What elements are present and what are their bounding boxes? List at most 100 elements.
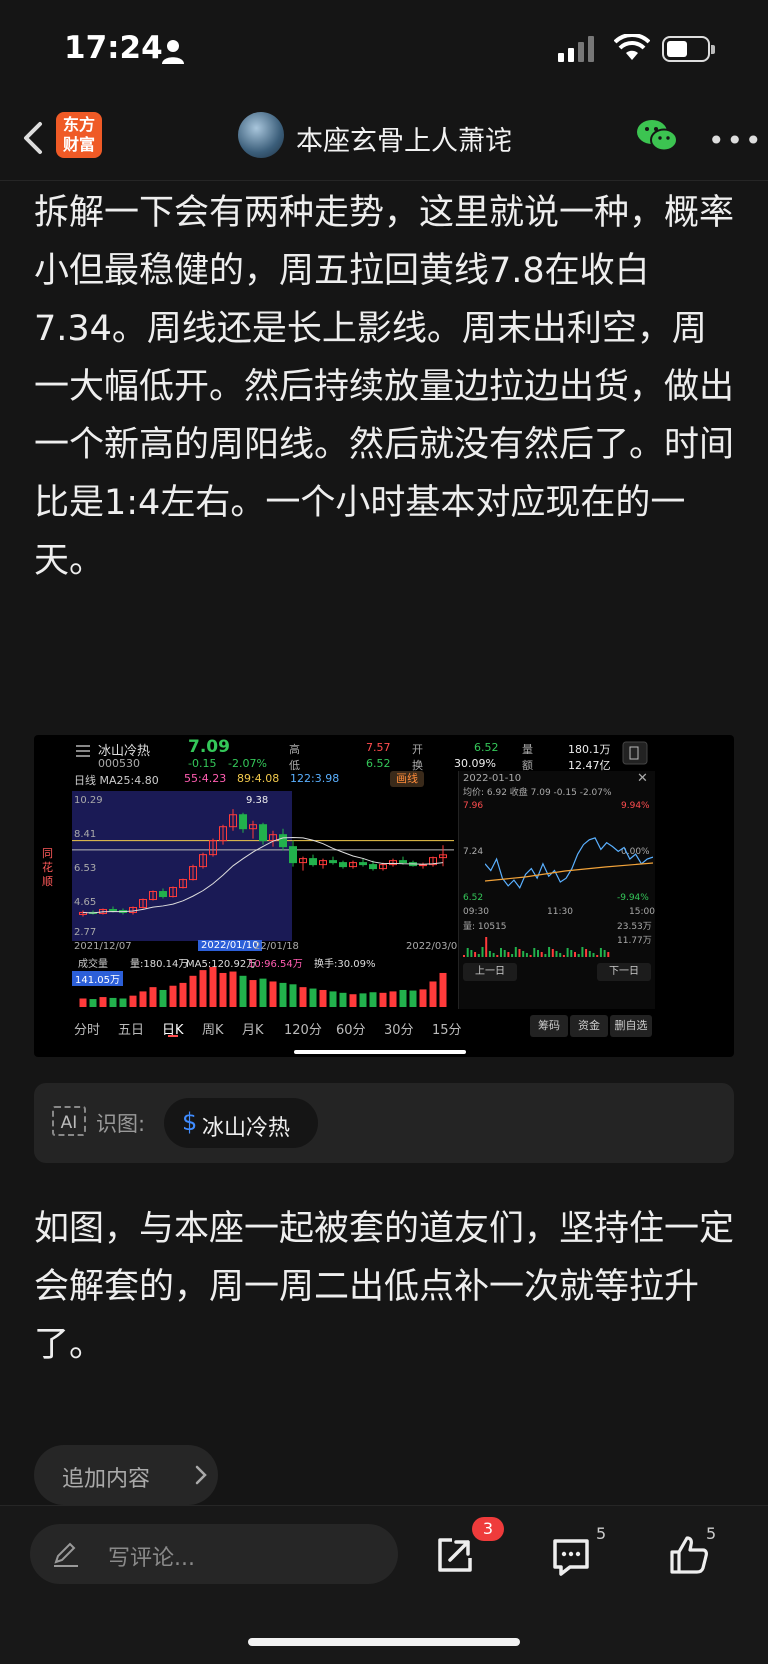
app-logo[interactable]: 东方 财富	[56, 112, 102, 158]
remove-watchlist-button[interactable]: 删自选	[610, 1015, 652, 1037]
wifi-icon	[614, 34, 650, 60]
comment-icon[interactable]	[550, 1536, 592, 1578]
volume-indicator-label[interactable]: 成交量	[78, 955, 108, 970]
tab-60min[interactable]: 60分	[336, 1019, 366, 1038]
intraday-volume-bar	[474, 952, 477, 957]
volume-bar	[269, 981, 277, 1007]
vol-max: 141.05万	[72, 971, 123, 986]
mini-v1: 23.53万	[617, 922, 652, 932]
y-tick: 10.29	[74, 795, 103, 806]
battery-icon	[662, 36, 715, 62]
volume-bar	[129, 995, 137, 1007]
volume-bar	[349, 994, 357, 1007]
tab-fenshi[interactable]: 分时	[74, 1019, 100, 1038]
intraday-avg-line	[485, 862, 653, 882]
volume-bar	[329, 991, 337, 1007]
tab-wuri[interactable]: 五日	[118, 1019, 144, 1038]
add-content-button[interactable]: 追加内容	[34, 1445, 218, 1505]
volume-bar	[369, 992, 377, 1007]
volume-bar	[389, 991, 397, 1007]
next-day-button[interactable]: 下一日	[597, 963, 651, 981]
comment-input[interactable]: 写评论...	[30, 1524, 398, 1584]
candle-body	[329, 860, 337, 864]
intraday-volume-bar	[470, 950, 473, 957]
prev-day-button[interactable]: 上一日	[463, 963, 517, 981]
volume-bar	[189, 975, 197, 1007]
tab-120min[interactable]: 120分	[284, 1019, 322, 1038]
stock-change-pct: -2.07%	[228, 757, 267, 770]
stock-code: 000530	[98, 757, 140, 770]
tab-monthly-k[interactable]: 月K	[242, 1019, 264, 1038]
thumbs-up-icon[interactable]	[668, 1534, 710, 1576]
candle-body	[339, 862, 347, 868]
tab-30min[interactable]: 30分	[384, 1019, 414, 1038]
stock-chart-image[interactable]: 冰山冷热 000530 7.09 -0.15 -2.07% 高 7.57 低 6…	[34, 735, 734, 1057]
fullscreen-icon[interactable]	[622, 741, 648, 765]
close-icon[interactable]: ✕	[637, 771, 648, 786]
candle-body	[279, 834, 287, 848]
back-arrow-icon[interactable]	[18, 118, 48, 158]
intraday-chart	[485, 837, 653, 889]
image-recognition-bar: AI 识图: $ 冰山冷热	[34, 1083, 734, 1163]
mini-mid: 7.24	[463, 847, 484, 857]
intraday-volume-bar	[540, 952, 543, 957]
comment-placeholder: 写评论...	[108, 1546, 195, 1571]
intraday-volume-bar	[481, 947, 484, 957]
volume-bar	[279, 982, 287, 1007]
side-brand: 同花顺	[42, 847, 53, 888]
intraday-panel: 2022-01-10 ✕ 均价: 6.92 收盘 7.09 -0.15 -2.0…	[458, 771, 655, 1009]
volume-bar	[239, 975, 247, 1007]
volume-bar	[79, 998, 87, 1007]
share-badge: 3	[472, 1517, 504, 1541]
kline-chart[interactable]	[72, 791, 454, 941]
candle-body	[159, 891, 167, 898]
mini-vol: 量: 10515	[463, 922, 507, 932]
intraday-price-line	[485, 837, 653, 889]
logo-line2: 财富	[62, 135, 95, 154]
funds-button[interactable]: 资金	[570, 1015, 608, 1037]
intraday-volume-bar	[522, 951, 525, 957]
intraday-volume-bar	[492, 953, 495, 957]
intraday-volume-bar	[585, 949, 588, 957]
volume-label: 量	[522, 743, 533, 756]
more-options-icon[interactable]: •••	[708, 124, 764, 157]
vol-ma5: MA5:120.92万	[186, 959, 257, 970]
intraday-volume-bar	[599, 948, 602, 957]
intraday-volume-bar	[503, 950, 506, 957]
tab-15min[interactable]: 15分	[432, 1019, 462, 1038]
intraday-volume-bar	[500, 948, 502, 957]
avatar[interactable]	[238, 112, 284, 158]
author-name[interactable]: 本座玄骨上人萧诧	[296, 119, 512, 158]
stock-tag-chip[interactable]: $ 冰山冷热	[164, 1098, 318, 1148]
intraday-volume-bar	[570, 950, 573, 957]
logo-line1: 东方	[62, 115, 95, 134]
draw-line-button[interactable]: 画线	[390, 771, 424, 787]
low-value: 6.52	[366, 757, 391, 770]
post-paragraph: 拆解一下会有两种走势，这里就说一种，概率小但最稳健的，周五拉回黄线7.8在收白7…	[34, 193, 735, 581]
share-icon[interactable]	[434, 1534, 476, 1576]
tab-weekly-k[interactable]: 周K	[202, 1019, 224, 1038]
intraday-volume-bar	[566, 948, 569, 957]
intraday-volume-bar	[581, 947, 584, 957]
intraday-volume-bar	[488, 951, 491, 957]
volume-bar	[229, 971, 237, 1007]
volume-value: 180.1万	[568, 743, 611, 756]
comment-count: 5	[596, 1524, 607, 1543]
intraday-volume-bar	[511, 954, 514, 957]
volume-bar	[149, 987, 157, 1007]
intraday-volume-bar	[477, 954, 480, 957]
stock-tag-label: 冰山冷热	[202, 1116, 291, 1141]
intraday-volume-bar	[507, 952, 510, 957]
peak-label: 9.38	[246, 795, 269, 806]
intraday-volume-bar	[562, 955, 565, 957]
top-nav-bar: 东方 财富 本座玄骨上人萧诧 •••	[0, 100, 768, 181]
chips-button[interactable]: 筹码	[530, 1015, 568, 1037]
status-time: 17:24	[64, 30, 163, 66]
intraday-volume-bar	[485, 937, 488, 957]
intraday-volume-bar	[596, 955, 599, 957]
cellular-signal-icon	[558, 36, 594, 62]
intraday-volume-bar	[537, 950, 539, 957]
wechat-share-icon[interactable]	[636, 118, 678, 154]
active-tab-indicator	[168, 1035, 178, 1037]
intraday-volume-bar	[559, 953, 562, 957]
